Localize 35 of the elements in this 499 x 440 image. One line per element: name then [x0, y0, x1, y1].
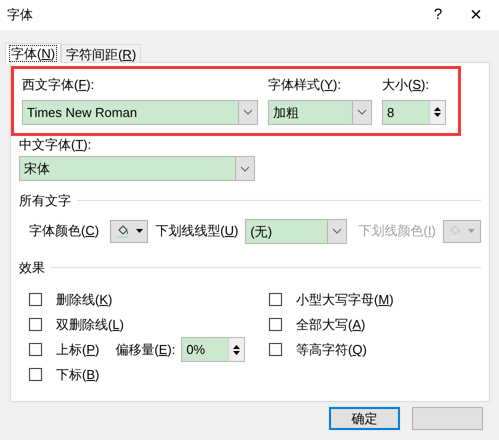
field-label: 西文字体(F):	[22, 76, 96, 94]
spin-field[interactable]: 8	[382, 100, 446, 124]
checkbox-label: 上标(P)	[56, 340, 100, 359]
field-label: 字体颜色(C)	[29, 222, 100, 240]
dropdown-value: 宋体	[23, 160, 51, 178]
field-label: 字体样式(Y):	[268, 76, 342, 94]
checkbox-label: 下标(B)	[56, 366, 100, 384]
checkbox-label: 小型大写字母(M)	[296, 290, 394, 309]
spin-field[interactable]: 0%	[181, 337, 246, 362]
help-button[interactable]: ?	[423, 4, 453, 26]
field-label: 中文字体(T):	[19, 136, 92, 154]
dropdown[interactable]: 加粗	[268, 100, 372, 124]
checkbox-label: 双删除线(L)	[56, 316, 124, 334]
section-heading: 效果	[19, 258, 45, 276]
field-label: 大小(S):	[382, 76, 430, 94]
dropdown[interactable]: (无)	[245, 218, 348, 244]
dropdown[interactable]: Times New Roman	[22, 100, 258, 124]
field-label: 下划线线型(U)	[155, 222, 238, 240]
dialog-button[interactable]: 确定	[329, 407, 400, 430]
dropdown-value: 加粗	[272, 104, 300, 122]
field-label: 下划线颜色(I)	[358, 222, 436, 240]
dropdown-value: Times New Roman	[26, 104, 138, 122]
field-label: 偏移量(E):	[115, 340, 176, 359]
checkbox-label: 全部大写(A)	[296, 316, 366, 334]
dropdown-value: (无)	[249, 222, 274, 241]
spin-value: 8	[386, 104, 396, 122]
checkbox-label: 删除线(K)	[56, 290, 112, 309]
dropdown[interactable]: 宋体	[19, 156, 255, 181]
spin-value: 0%	[185, 341, 206, 359]
tab[interactable]: 字体(N)	[5, 43, 62, 63]
window-title: 字体	[7, 6, 34, 24]
section-heading: 所有文字	[19, 192, 71, 210]
checkbox-label: 等高字符(Q)	[296, 340, 367, 359]
close-button[interactable]: ×	[453, 0, 499, 30]
tab[interactable]: 字符间距(R)	[61, 44, 142, 62]
